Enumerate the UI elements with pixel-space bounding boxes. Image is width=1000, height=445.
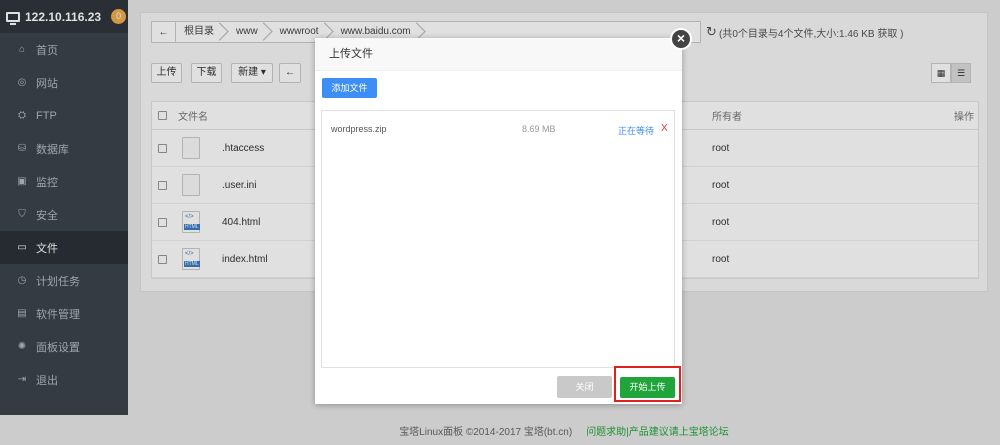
start-upload-button[interactable]: 开始上传 bbox=[620, 377, 675, 398]
dialog-title: 上传文件 bbox=[315, 38, 682, 71]
remove-file-button[interactable]: X bbox=[661, 123, 668, 134]
list-item: wordpress.zip 8.69 MB 正在等待 X bbox=[322, 119, 674, 139]
close-button[interactable]: 关闭 bbox=[557, 376, 612, 398]
upload-file-list: wordpress.zip 8.69 MB 正在等待 X bbox=[321, 110, 675, 368]
upload-file-size: 8.69 MB bbox=[522, 124, 556, 134]
close-icon[interactable]: × bbox=[670, 28, 692, 50]
upload-dialog: 上传文件 × 添加文件 wordpress.zip 8.69 MB 正在等待 X… bbox=[315, 28, 692, 404]
upload-file-name: wordpress.zip bbox=[331, 124, 387, 134]
add-file-button[interactable]: 添加文件 bbox=[322, 78, 377, 98]
upload-status: 正在等待 bbox=[618, 126, 655, 136]
